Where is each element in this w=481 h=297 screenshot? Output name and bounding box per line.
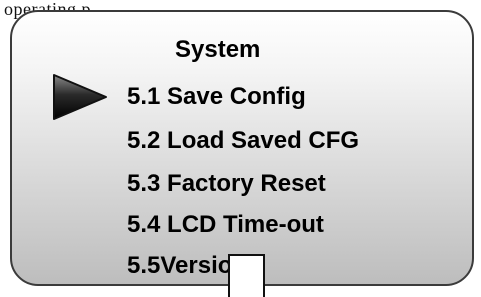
menu-item-load-saved-cfg[interactable]: 5.2 Load Saved CFG <box>127 127 359 155</box>
selection-arrow-icon <box>53 74 107 120</box>
connector-line <box>228 254 265 297</box>
lcd-display-panel: System 5.1 Save Config 5.2 Load Saved CF… <box>10 10 474 286</box>
lcd-menu-screen: operating p System 5.1 Save Config 5.2 L… <box>0 0 481 297</box>
menu-item-lcd-time-out[interactable]: 5.4 LCD Time-out <box>127 211 324 239</box>
menu-item-factory-reset[interactable]: 5.3 Factory Reset <box>127 170 326 198</box>
menu-item-save-config[interactable]: 5.1 Save Config <box>127 83 306 111</box>
menu-title: System <box>175 36 261 63</box>
